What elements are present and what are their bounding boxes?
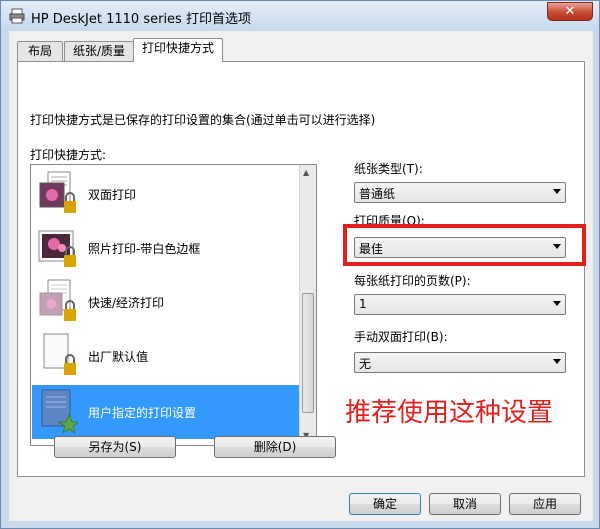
title-bar: HP DeskJet 1110 series 打印首选项 ✕: [1, 1, 599, 31]
save-as-label: 另存为(S): [88, 440, 142, 454]
cancel-label: 取消: [452, 497, 477, 511]
print-quality-highlight-box: [343, 224, 586, 266]
close-button[interactable]: ✕: [547, 2, 593, 21]
list-item-label: 快速/经济打印: [88, 296, 165, 310]
list-item-factory-default[interactable]: 出厂默认值: [32, 329, 300, 383]
tab-printing-shortcuts-label: 打印快捷方式: [141, 41, 214, 55]
tab-paper-quality[interactable]: 纸张/质量: [64, 41, 134, 61]
delete-button[interactable]: 删除(D): [214, 436, 336, 458]
shortcuts-list-label: 打印快捷方式:: [30, 148, 107, 162]
paper-type-label: 纸张类型(T):: [354, 162, 423, 176]
close-icon: ✕: [564, 4, 576, 19]
tab-printing-shortcuts[interactable]: 打印快捷方式: [133, 38, 223, 62]
duplex-icon: [39, 171, 76, 213]
chevron-down-icon: [553, 359, 561, 364]
delete-label: 删除(D): [253, 440, 297, 454]
tab-layout[interactable]: 布局: [17, 41, 63, 61]
chevron-down-icon: [553, 189, 561, 194]
photo-icon: [38, 230, 76, 267]
list-item-label: 双面打印: [88, 188, 137, 202]
apply-button[interactable]: 应用: [509, 493, 581, 515]
paper-type-select[interactable]: 普通纸: [354, 182, 566, 203]
scrollbar-thumb[interactable]: [302, 293, 314, 413]
printing-preferences-window: HP DeskJet 1110 series 打印首选项 ✕ 布局 纸张/质量 …: [0, 0, 600, 529]
manual-duplex-select[interactable]: 无: [354, 352, 566, 373]
cancel-button[interactable]: 取消: [429, 493, 501, 515]
tab-paper-quality-label: 纸张/质量: [72, 44, 126, 58]
pages-per-sheet-select[interactable]: 1: [354, 294, 566, 315]
window-title: HP DeskJet 1110 series 打印首选项: [31, 12, 251, 27]
default-icon: [43, 333, 76, 375]
shortcuts-listbox[interactable]: 双面打印 照片打印-带白色边框 快速/经济打印 出厂默认值 用户指定的打印设置 …: [30, 164, 317, 446]
list-item-user-settings[interactable]: 用户指定的打印设置: [32, 385, 300, 439]
pages-per-sheet-value: 1: [359, 297, 367, 311]
listbox-scrollbar[interactable]: ▲ ▼: [299, 165, 316, 445]
printer-icon: [9, 8, 25, 24]
list-item-duplex[interactable]: 双面打印: [32, 167, 300, 221]
list-item-photo-border[interactable]: 照片打印-带白色边框: [32, 221, 300, 275]
list-item-label: 出厂默认值: [88, 350, 149, 364]
tab-layout-label: 布局: [27, 44, 52, 58]
list-item-label: 用户指定的打印设置: [88, 406, 197, 420]
list-item-label: 照片打印-带白色边框: [88, 242, 201, 256]
user-settings-icon: [41, 389, 78, 433]
chevron-down-icon: [553, 301, 561, 306]
apply-label: 应用: [532, 497, 557, 511]
manual-duplex-label: 手动双面打印(B):: [354, 330, 448, 344]
save-as-button[interactable]: 另存为(S): [54, 436, 176, 458]
scroll-up-icon[interactable]: ▲: [303, 168, 309, 177]
shortcuts-panel: 打印快捷方式是已保存的打印设置的集合(通过单击可以进行选择) 打印快捷方式: 双…: [17, 61, 586, 477]
list-item-economy[interactable]: 快速/经济打印: [32, 275, 300, 329]
dialog-client-area: 布局 纸张/质量 打印快捷方式 打印快捷方式是已保存的打印设置的集合(通过单击可…: [9, 31, 593, 521]
recommendation-annotation: 推荐使用这种设置: [345, 398, 554, 428]
paper-type-value: 普通纸: [359, 187, 396, 201]
ok-label: 确定: [372, 497, 397, 511]
ok-button[interactable]: 确定: [349, 493, 421, 515]
shortcuts-description: 打印快捷方式是已保存的打印设置的集合(通过单击可以进行选择): [30, 113, 376, 127]
pages-per-sheet-label: 每张纸打印的页数(P):: [354, 274, 471, 288]
manual-duplex-value: 无: [359, 357, 372, 371]
economy-icon: [39, 279, 76, 321]
